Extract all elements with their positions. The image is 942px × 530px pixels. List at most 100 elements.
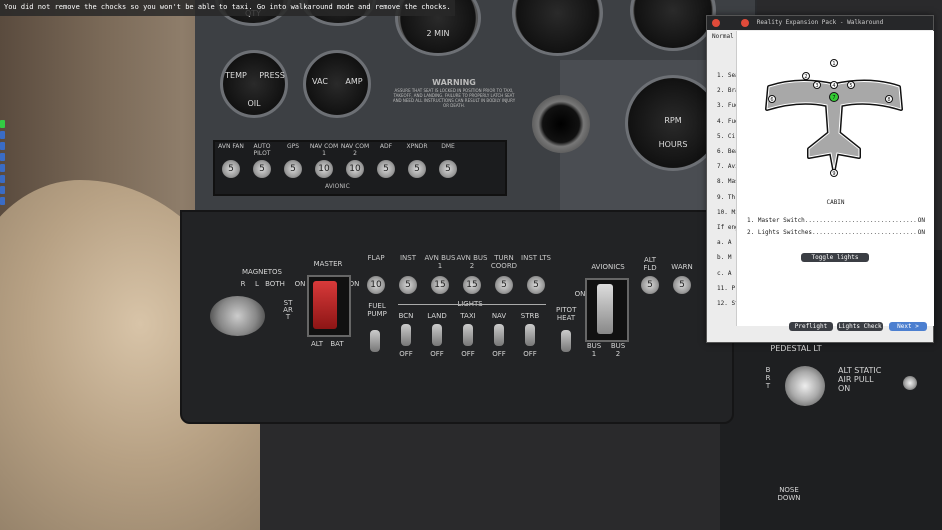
check-item-label: 2. Lights Switches xyxy=(747,229,813,236)
breaker-label: TURN COORD xyxy=(490,254,518,270)
walkaround-window[interactable]: Reality Expansion Pack - Walkaround Norm… xyxy=(706,15,934,343)
circuit-breaker[interactable]: 15 xyxy=(463,276,481,294)
pedestal-light-knob[interactable] xyxy=(785,366,825,406)
breaker-label: AVN BUS 1 xyxy=(424,254,456,270)
light-switch-label: TAXI xyxy=(460,312,476,320)
dock-button-7[interactable] xyxy=(0,186,5,194)
light-toggle-switch[interactable] xyxy=(401,324,411,346)
check-item-leader: ........................................… xyxy=(812,229,925,236)
breaker-label: AVN BUS 2 xyxy=(456,254,488,270)
circuit-breaker[interactable]: 5 xyxy=(527,276,545,294)
dock-button-3[interactable] xyxy=(0,142,5,150)
alt-static-air-knob[interactable] xyxy=(903,376,917,390)
window-close-icon[interactable] xyxy=(712,19,720,27)
oil-label: OIL xyxy=(247,99,261,108)
warning-title: WARNING xyxy=(432,78,476,87)
breaker-label: INST LTS xyxy=(521,254,551,262)
turn-coord-min-label: 2 MIN xyxy=(426,29,450,38)
breaker-label: GPS xyxy=(286,143,300,150)
magneto-key-switch[interactable] xyxy=(210,296,265,336)
hours-label: HOURS xyxy=(658,140,688,149)
pedestal-lt-label: PEDESTAL LT xyxy=(770,344,822,353)
magneto-r-label: R xyxy=(240,280,246,288)
dock-button-6[interactable] xyxy=(0,175,5,183)
alt-fld-breaker[interactable]: 5 xyxy=(641,276,659,294)
dock-button-1[interactable] xyxy=(0,120,5,128)
check-item-label: 1. Master Switch xyxy=(747,217,805,224)
circuit-breaker[interactable]: 10 xyxy=(315,160,333,178)
vac-amp-gauge: VAC AMP xyxy=(303,50,371,118)
breaker-label: INST xyxy=(399,254,417,262)
next-button[interactable]: Next > xyxy=(889,322,927,331)
plane-marker-number: 4 xyxy=(832,83,835,89)
avionic-label: AVIONIC xyxy=(325,183,350,190)
circuit-breaker[interactable]: 10 xyxy=(346,160,364,178)
circuit-breaker[interactable]: 15 xyxy=(431,276,449,294)
check-item-value: ON xyxy=(915,217,925,224)
cabin-checklist-panel: 1 2 3 4 5 6 7 8 9 CABIN 1. Master Switch........… xyxy=(736,31,934,331)
brt-label: BRT xyxy=(765,366,771,390)
circuit-breaker[interactable]: 5 xyxy=(495,276,513,294)
circuit-breaker[interactable]: 5 xyxy=(222,160,240,178)
light-toggle-switch[interactable] xyxy=(525,324,535,346)
dock-button-2[interactable] xyxy=(0,131,5,139)
lights-check-button[interactable]: Lights Check xyxy=(837,322,883,331)
dock-button-4[interactable] xyxy=(0,153,5,161)
master-bat-label: BAT xyxy=(330,340,344,348)
master-title: MASTER xyxy=(313,260,343,268)
warning-placard: WARNING ASSURE THAT SEAT IS LOCKED IN PO… xyxy=(390,78,518,128)
circuit-breaker[interactable]: 10 xyxy=(367,276,385,294)
pitot-heat-label: PITOT HEAT xyxy=(556,306,577,322)
preflight-button[interactable]: Preflight xyxy=(789,322,833,331)
circuit-breaker[interactable]: 5 xyxy=(408,160,426,178)
chocks-notification: You did not remove the chocks so you won… xyxy=(0,0,455,16)
pitot-heat-switch[interactable] xyxy=(561,330,571,352)
circuit-breaker[interactable]: 5 xyxy=(439,160,457,178)
window-popout-icon[interactable] xyxy=(741,19,749,27)
cabin-air-vent[interactable] xyxy=(532,95,590,153)
off-label: OFF xyxy=(523,350,537,358)
fuel-pump-switch[interactable] xyxy=(370,330,380,352)
checklist-item: b. M xyxy=(717,254,732,262)
check-item-row: 1. Master Switch........................… xyxy=(747,217,925,224)
light-switch-label: NAV xyxy=(491,312,507,320)
cockpit-scene: QTY 2 MIN TEMP OIL PRESS VAC AMP RPM HOU… xyxy=(0,0,942,530)
circuit-breaker[interactable]: 5 xyxy=(399,276,417,294)
light-toggle-switch[interactable] xyxy=(494,324,504,346)
breaker-label: NAV COM 2 xyxy=(340,143,370,157)
warning-text: ASSURE THAT SEAT IS LOCKED IN POSITION P… xyxy=(392,88,516,108)
dock-button-8[interactable] xyxy=(0,197,5,205)
magneto-both-label: BOTH xyxy=(265,280,285,288)
check-item-value: ON xyxy=(915,229,925,236)
plane-marker-number: 9 xyxy=(832,171,835,177)
light-switch-label: BCN xyxy=(398,312,414,320)
off-label: OFF xyxy=(399,350,413,358)
breaker-label: ADF xyxy=(379,143,393,150)
circuit-breaker[interactable]: 5 xyxy=(377,160,395,178)
plane-marker-number: 5 xyxy=(849,83,852,89)
toggle-lights-button[interactable]: Toggle lights xyxy=(801,253,869,262)
off-label: OFF xyxy=(492,350,506,358)
light-toggle-switch[interactable] xyxy=(463,324,473,346)
breaker-label: NAV COM 1 xyxy=(309,143,339,157)
light-toggle-switch[interactable] xyxy=(432,324,442,346)
dock-button-5[interactable] xyxy=(0,164,5,172)
breaker-label: XPNDR xyxy=(406,143,428,150)
magneto-l-label: L xyxy=(255,280,259,288)
breaker-label: AUTO PILOT xyxy=(253,143,271,157)
plane-marker-number: 8 xyxy=(887,97,890,103)
avionics-bus2-label: BUS 2 xyxy=(610,342,626,358)
warn-breaker[interactable]: 5 xyxy=(673,276,691,294)
off-label: OFF xyxy=(461,350,475,358)
check-item-leader: ........................................… xyxy=(804,217,925,224)
circuit-breaker[interactable]: 5 xyxy=(253,160,271,178)
circuit-breaker[interactable]: 5 xyxy=(284,160,302,178)
alt-static-air-label: ALT STATIC AIR PULL ON xyxy=(838,366,882,393)
amp-label: AMP xyxy=(345,77,363,86)
avionics-master-switch[interactable] xyxy=(585,278,629,342)
plane-marker-number: 1 xyxy=(832,61,835,67)
plane-marker-number: 6 xyxy=(770,97,773,103)
master-switch[interactable] xyxy=(307,275,351,337)
plane-marker-number: 2 xyxy=(804,74,807,80)
fuel-pump-label: FUEL PUMP xyxy=(367,302,387,318)
